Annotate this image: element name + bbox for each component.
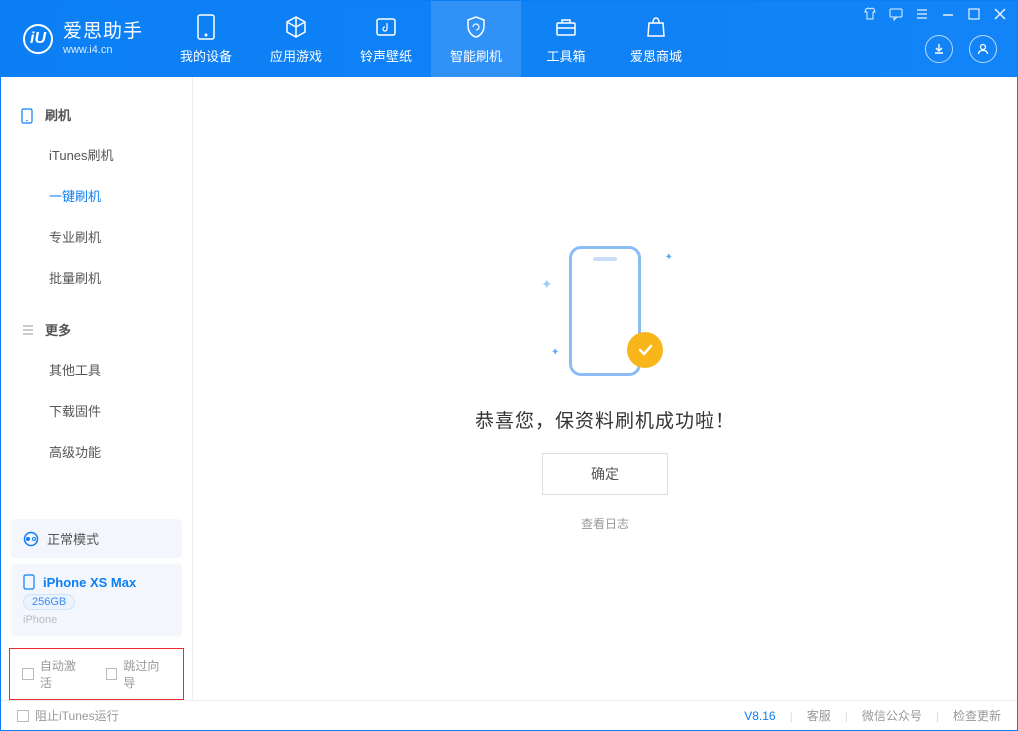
success-illustration: ✦ ✦ ✦ — [545, 246, 665, 386]
device-name: iPhone XS Max — [43, 575, 136, 590]
checkbox-icon — [22, 668, 34, 680]
device-panel: 正常模式 iPhone XS Max 256GB iPhone — [1, 519, 192, 648]
confirm-button[interactable]: 确定 — [542, 453, 668, 495]
sidebar-item-batch-flash[interactable]: 批量刷机 — [1, 257, 192, 298]
checkbox-skip-guide[interactable]: 跳过向导 — [106, 657, 172, 691]
options-row: 自动激活 跳过向导 — [9, 648, 184, 700]
tab-store[interactable]: 爱思商城 — [611, 1, 701, 77]
checkbox-block-itunes[interactable]: 阻止iTunes运行 — [17, 707, 119, 724]
tab-ringtones[interactable]: 铃声壁纸 — [341, 1, 431, 77]
tab-label: 应用游戏 — [270, 46, 322, 65]
minimize-icon[interactable] — [941, 7, 955, 21]
close-icon[interactable] — [993, 7, 1007, 21]
tab-toolbox[interactable]: 工具箱 — [521, 1, 611, 77]
main-tabs: 我的设备 应用游戏 铃声壁纸 智能刷机 — [161, 1, 701, 77]
app-subtitle: www.i4.cn — [63, 44, 143, 57]
sidebar-item-download-firmware[interactable]: 下载固件 — [1, 390, 192, 431]
header-right-icons — [925, 35, 997, 63]
checkbox-auto-activate[interactable]: 自动激活 — [22, 657, 88, 691]
footer-link-update[interactable]: 检查更新 — [953, 707, 1001, 724]
phone-small-icon — [23, 574, 35, 590]
device-icon — [193, 14, 219, 40]
checkbox-label: 自动激活 — [40, 657, 88, 691]
logo-icon: iU — [23, 24, 53, 54]
sparkle-icon: ✦ — [541, 276, 553, 293]
success-message: 恭喜您，保资料刷机成功啦！ — [475, 406, 735, 433]
checkbox-icon — [17, 710, 29, 722]
sidebar-item-other-tools[interactable]: 其他工具 — [1, 349, 192, 390]
sidebar: 刷机 iTunes刷机 一键刷机 专业刷机 批量刷机 更多 其他工具 下载固件 … — [1, 77, 193, 700]
footer: 阻止iTunes运行 V8.16 | 客服 | 微信公众号 | 检查更新 — [1, 700, 1017, 730]
maximize-icon[interactable] — [967, 7, 981, 21]
sidebar-group-more: 更多 — [1, 310, 192, 349]
tab-label: 铃声壁纸 — [360, 46, 412, 65]
tab-apps[interactable]: 应用游戏 — [251, 1, 341, 77]
check-badge-icon — [627, 332, 663, 368]
menu-icon[interactable] — [915, 7, 929, 21]
footer-link-support[interactable]: 客服 — [807, 707, 831, 724]
mode-icon — [23, 531, 39, 547]
tab-my-device[interactable]: 我的设备 — [161, 1, 251, 77]
skin-icon[interactable] — [863, 7, 877, 21]
download-icon[interactable] — [925, 35, 953, 63]
sparkle-icon: ✦ — [551, 347, 559, 358]
logo-block: iU 爱思助手 www.i4.cn — [1, 21, 161, 57]
tab-label: 工具箱 — [547, 46, 586, 65]
sidebar-group-title: 刷机 — [45, 105, 71, 124]
tab-label: 智能刷机 — [450, 46, 502, 65]
checkbox-label: 跳过向导 — [123, 657, 171, 691]
footer-right: V8.16 | 客服 | 微信公众号 | 检查更新 — [744, 707, 1001, 724]
sidebar-item-oneclick-flash[interactable]: 一键刷机 — [1, 175, 192, 216]
feedback-icon[interactable] — [889, 7, 903, 21]
sidebar-item-advanced[interactable]: 高级功能 — [1, 431, 192, 472]
sparkle-icon: ✦ — [665, 252, 673, 263]
app-window: iU 爱思助手 www.i4.cn 我的设备 应用游戏 — [0, 0, 1018, 731]
logo-text: 爱思助手 www.i4.cn — [63, 21, 143, 57]
titlebar-controls — [863, 7, 1007, 21]
device-info-card[interactable]: iPhone XS Max 256GB iPhone — [11, 564, 182, 636]
footer-link-wechat[interactable]: 微信公众号 — [862, 707, 922, 724]
checkbox-label: 阻止iTunes运行 — [35, 707, 119, 724]
body: 刷机 iTunes刷机 一键刷机 专业刷机 批量刷机 更多 其他工具 下载固件 … — [1, 77, 1017, 700]
sidebar-group-flash: 刷机 — [1, 95, 192, 134]
checkbox-icon — [106, 668, 118, 680]
device-storage: 256GB — [23, 594, 75, 610]
tab-label: 爱思商城 — [630, 46, 682, 65]
tab-label: 我的设备 — [180, 46, 232, 65]
sidebar-scroll: 刷机 iTunes刷机 一键刷机 专业刷机 批量刷机 更多 其他工具 下载固件 … — [1, 77, 192, 519]
app-title: 爱思助手 — [63, 21, 143, 44]
sidebar-item-itunes-flash[interactable]: iTunes刷机 — [1, 134, 192, 175]
main-content: ✦ ✦ ✦ 恭喜您，保资料刷机成功啦！ 确定 查看日志 — [193, 77, 1017, 700]
device-mode-card[interactable]: 正常模式 — [11, 519, 182, 558]
view-log-link[interactable]: 查看日志 — [581, 515, 629, 532]
sidebar-group-title: 更多 — [45, 320, 71, 339]
header: iU 爱思助手 www.i4.cn 我的设备 应用游戏 — [1, 1, 1017, 77]
device-mode-label: 正常模式 — [47, 529, 99, 548]
phone-icon — [21, 108, 35, 122]
list-icon — [21, 323, 35, 337]
sidebar-item-pro-flash[interactable]: 专业刷机 — [1, 216, 192, 257]
toolbox-icon — [553, 14, 579, 40]
user-icon[interactable] — [969, 35, 997, 63]
version-label: V8.16 — [744, 709, 775, 723]
shield-refresh-icon — [463, 14, 489, 40]
cube-icon — [283, 14, 309, 40]
tab-smart-flash[interactable]: 智能刷机 — [431, 1, 521, 77]
bag-icon — [643, 14, 669, 40]
device-type: iPhone — [23, 614, 170, 626]
music-folder-icon — [373, 14, 399, 40]
